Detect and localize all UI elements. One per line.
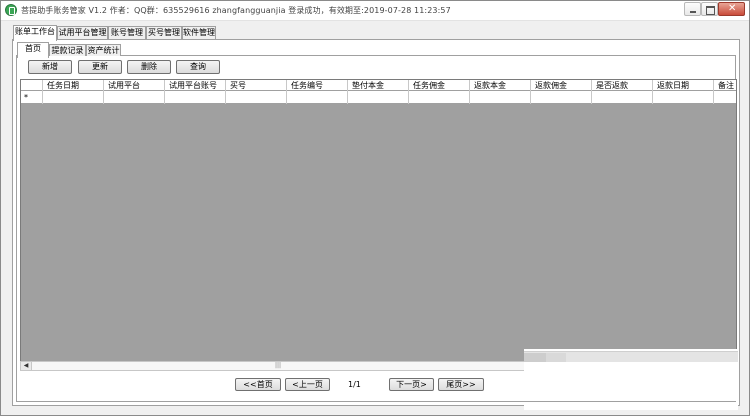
subtab-home[interactable]: 首页 (17, 42, 49, 58)
secondary-scrollbar-thumb[interactable] (524, 353, 546, 362)
add-button[interactable]: 新增 (28, 60, 72, 74)
table-cell[interactable] (653, 91, 714, 104)
column-header-task-commission[interactable]: 任务佣金 (409, 80, 470, 91)
last-page-button[interactable]: 尾页>> (438, 378, 484, 391)
tab-buyer-accounts[interactable]: 买号管理 (146, 26, 182, 40)
column-header-refund-principal[interactable]: 返款本金 (470, 80, 531, 91)
table-cell[interactable] (470, 91, 531, 104)
column-header-refund-date[interactable]: 返款日期 (653, 80, 714, 91)
tab-account-management[interactable]: 账号管理 (108, 26, 146, 40)
next-page-button[interactable]: 下一页> (389, 378, 434, 391)
table-cell[interactable] (287, 91, 348, 104)
grid-horizontal-scrollbar[interactable]: ◀ ||| (20, 361, 525, 371)
table-cell[interactable] (226, 91, 287, 104)
app-logo-icon (5, 4, 17, 16)
first-page-button[interactable]: <<首页 (235, 378, 281, 391)
maximize-button[interactable] (701, 2, 718, 16)
table-cell[interactable] (531, 91, 592, 104)
table-cell[interactable] (43, 91, 104, 104)
update-button[interactable]: 更新 (78, 60, 122, 74)
close-button[interactable] (718, 2, 745, 16)
table-cell[interactable] (348, 91, 409, 104)
new-row[interactable]: * (21, 91, 736, 104)
tab-software-management[interactable]: 软件管理 (182, 26, 216, 40)
column-header-refund-commission[interactable]: 返款佣金 (531, 80, 592, 91)
scrollbar-grip-icon: ||| (275, 362, 282, 369)
scroll-left-arrow-icon[interactable]: ◀ (21, 362, 31, 370)
panel-bottom-border (16, 401, 736, 402)
query-button[interactable]: 查询 (176, 60, 220, 74)
table-cell[interactable] (104, 91, 165, 104)
table-cell[interactable] (165, 91, 226, 104)
column-header-task-number[interactable]: 任务编号 (287, 80, 348, 91)
table-cell[interactable] (409, 91, 470, 104)
secondary-scrollbar-track-part (546, 353, 566, 362)
column-header-platform-account[interactable]: 试用平台账号 (165, 80, 226, 91)
new-row-marker: * (21, 91, 43, 104)
column-header-trial-platform[interactable]: 试用平台 (104, 80, 165, 91)
title-bar[interactable]: 菩提助手账务管家 V1.2 作者：QQ群：635529616 zhangfang… (1, 1, 749, 21)
row-header-corner (21, 80, 43, 91)
billing-grid[interactable]: 任务日期 试用平台 试用平台账号 买号 任务编号 垫付本金 任务佣金 返款本金 … (20, 79, 737, 371)
subtab-asset-stats[interactable]: 资产统计 (86, 44, 121, 56)
prev-page-button[interactable]: <上一页 (285, 378, 330, 391)
table-cell[interactable] (714, 91, 736, 104)
window-title: 菩提助手账务管家 V1.2 作者：QQ群：635529616 zhangfang… (21, 6, 451, 15)
column-header-advance-principal[interactable]: 垫付本金 (348, 80, 409, 91)
tab-billing-workbench[interactable]: 账单工作台 (13, 25, 57, 41)
grid-header: 任务日期 试用平台 试用平台账号 买号 任务编号 垫付本金 任务佣金 返款本金 … (21, 80, 736, 91)
column-header-is-refunded[interactable]: 是否返款 (592, 80, 653, 91)
minimize-button[interactable] (684, 2, 701, 16)
delete-button[interactable]: 删除 (127, 60, 171, 74)
column-header-buyer-account[interactable]: 买号 (226, 80, 287, 91)
column-header-remarks[interactable]: 备注 (714, 80, 736, 91)
subtab-withdraw-records[interactable]: 提款记录 (49, 44, 86, 56)
page-indicator: 1/1 (348, 380, 361, 389)
column-header-task-date[interactable]: 任务日期 (43, 80, 104, 91)
table-cell[interactable] (592, 91, 653, 104)
secondary-scrollbar[interactable] (524, 351, 738, 362)
tab-trial-platform[interactable]: 试用平台管理 (57, 26, 108, 40)
